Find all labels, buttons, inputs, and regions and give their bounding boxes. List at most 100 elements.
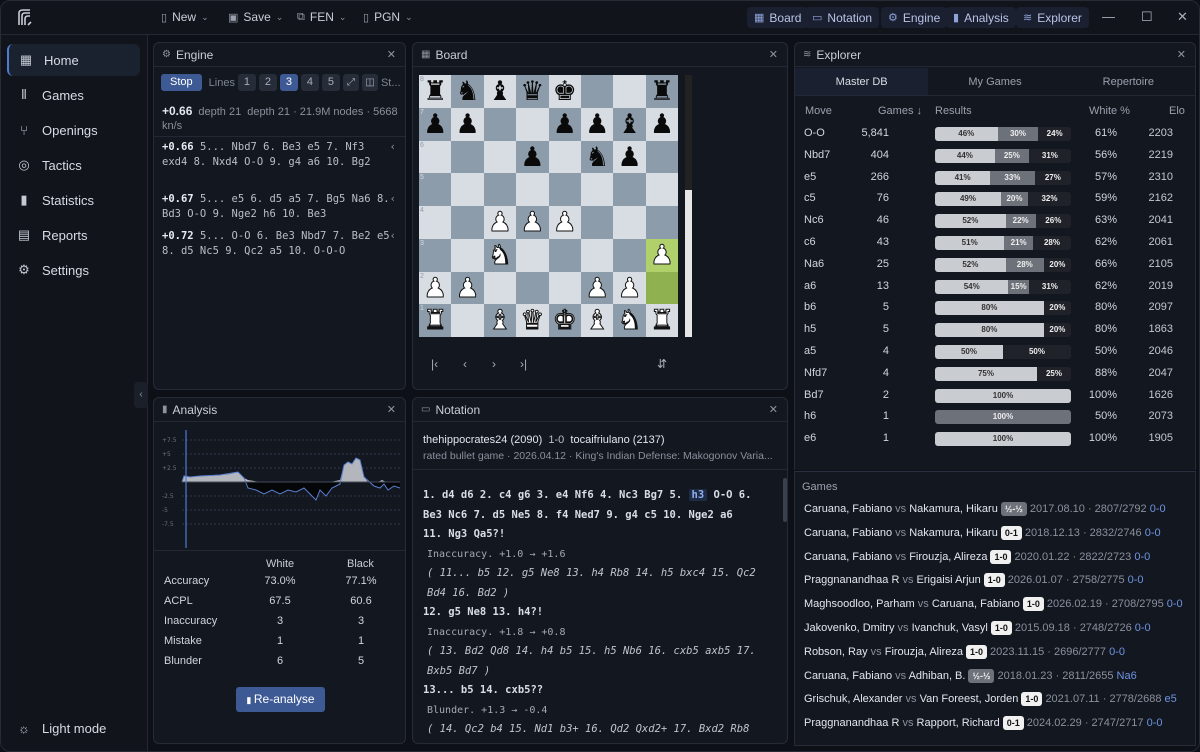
light-mode-toggle[interactable]: ☼ Light mode <box>7 712 140 744</box>
black-knight-icon[interactable]: ♞ <box>581 141 613 174</box>
first-move-button[interactable]: |‹ <box>431 357 438 371</box>
close-icon[interactable]: ✕ <box>769 403 778 416</box>
white-pawn-icon[interactable]: ♟ <box>451 272 483 305</box>
explorer-row[interactable]: Nc6 46 52% 22% 26% 63% 2041 <box>795 210 1187 232</box>
board-square[interactable] <box>581 173 614 206</box>
toggle-analysis[interactable]: ▮ Analysis <box>946 7 1016 28</box>
board-square[interactable] <box>548 238 581 272</box>
white-pawn-icon[interactable]: ♟ <box>484 206 516 239</box>
board-square[interactable] <box>516 107 549 141</box>
explorer-row[interactable]: e5 266 41% 33% 27% 57% 2310 <box>795 167 1187 189</box>
variation[interactable]: ( 11... b5 12. g5 Ne8 13. h4 Rb8 14. h5 … <box>423 564 781 584</box>
toggle-board[interactable]: ▦ Board <box>747 7 809 28</box>
board-square[interactable] <box>613 173 646 206</box>
board-square[interactable] <box>451 206 484 239</box>
black-pawn-icon[interactable]: ♟ <box>516 141 548 174</box>
explorer-row[interactable]: c5 76 49% 20% 32% 59% 2162 <box>795 188 1187 210</box>
black-pawn-icon[interactable]: ♟ <box>549 108 581 141</box>
white-queen-icon[interactable]: ♛ <box>516 304 548 337</box>
close-icon[interactable]: ✕ <box>1177 48 1186 61</box>
chess-board[interactable]: ♜ ♞ ♝ ♛ ♚ ♜ ♟ ♟ ♟ ♟ ♝ ♟ ♟ ♞ ♟ ♟ ♟ ♟ ♞ ♟ ♟ ♟ ♟ ♟ ♜ ♝ ♛ ♚ ♝ ♞ ♜ 8 7 6 5 4 3 2 1 <box>419 75 679 337</box>
sidebar-item-tactics[interactable]: ◎ Tactics <box>7 149 140 181</box>
explorer-row[interactable]: h5 5 80% 20% 80% 1863 <box>795 319 1187 341</box>
pv-line-3[interactable]: +0.72 5... O-O 6. Be3 Nbd7 7. Be2 e5 8. … <box>162 229 396 259</box>
toggle-engine[interactable]: ⚙ Engine <box>881 7 948 28</box>
explorer-row[interactable]: Nfd7 4 75% 25% 88% 2047 <box>795 363 1187 385</box>
expand-icon[interactable]: ⤢ <box>342 74 359 91</box>
white-pawn-icon[interactable]: ♟ <box>549 206 581 239</box>
board-square[interactable] <box>645 140 679 174</box>
close-icon[interactable]: ✕ <box>387 48 396 61</box>
explorer-row[interactable]: a6 13 54% 15% 31% 62% 2019 <box>795 276 1187 298</box>
board-square[interactable] <box>645 173 679 206</box>
tab-master-db[interactable]: Master DB <box>795 68 929 95</box>
sidebar-item-settings[interactable]: ⚙ Settings <box>7 254 140 286</box>
black-knight-icon[interactable]: ♞ <box>451 75 483 108</box>
game-row[interactable]: Caruana, Fabiano vs Nakamura, Hikaru 0-1 2… <box>804 525 1194 546</box>
explorer-row[interactable]: c6 43 51% 21% 28% 62% 2061 <box>795 232 1187 254</box>
board-square[interactable] <box>483 173 517 206</box>
black-pawn-icon[interactable]: ♟ <box>613 141 645 174</box>
line-option-5[interactable]: 5 <box>321 74 340 91</box>
game-row[interactable]: Caruana, Fabiano vs Firouzja, Alireza 1-0… <box>804 549 1194 570</box>
sidebar-item-reports[interactable]: ▤ Reports <box>7 219 140 251</box>
board-square[interactable] <box>451 173 484 206</box>
tab-my-games[interactable]: My Games <box>928 68 1061 95</box>
toggle-explorer[interactable]: ≋ Explorer <box>1016 7 1089 28</box>
close-icon[interactable]: ✕ <box>769 48 778 61</box>
line-option-4[interactable]: 4 <box>300 74 319 91</box>
board-square[interactable] <box>483 140 517 174</box>
chevron-left-icon[interactable]: ‹ <box>390 140 396 155</box>
board-square[interactable] <box>581 238 614 272</box>
game-row[interactable]: Caruana, Fabiano vs Nakamura, Hikaru ½-½ 2… <box>804 502 1194 522</box>
white-bishop-icon[interactable]: ♝ <box>484 304 516 337</box>
close-icon[interactable]: ✕ <box>387 403 396 416</box>
close-icon[interactable]: ✕ <box>1177 9 1188 25</box>
game-row[interactable]: Robson, Ray vs Firouzja, Alireza 1-0 2023.… <box>804 644 1194 665</box>
board-square[interactable] <box>548 140 581 174</box>
black-pawn-icon[interactable]: ♟ <box>451 108 483 141</box>
board-square[interactable] <box>483 107 517 141</box>
save-menu[interactable]: ▣ Save ⌄ <box>228 10 283 24</box>
line-option-3[interactable]: 3 <box>279 74 298 91</box>
stop-button[interactable]: Stop <box>161 74 202 91</box>
reanalyse-button[interactable]: ▮ Re-analyse <box>236 687 325 712</box>
scrollbar[interactable] <box>783 478 787 522</box>
explorer-row[interactable]: e6 1 100% 100% 1905 <box>795 428 1187 450</box>
board-square[interactable] <box>548 173 581 206</box>
board-square[interactable] <box>581 206 614 239</box>
game-row[interactable]: Maghsoodloo, Parham vs Caruana, Fabiano 1… <box>804 597 1194 617</box>
white-knight-icon[interactable]: ♞ <box>613 304 645 337</box>
pgn-menu[interactable]: ▯ PGN ⌄ <box>363 10 413 24</box>
sidebar-item-statistics[interactable]: ▮ Statistics <box>7 184 140 216</box>
explorer-row[interactable]: a5 4 50% 50% 50% 2046 <box>795 341 1187 363</box>
black-pawn-icon[interactable]: ♟ <box>646 108 678 141</box>
board-square[interactable] <box>451 304 484 337</box>
current-move[interactable]: h3 <box>688 489 708 501</box>
game-row[interactable]: Praggnanandhaa R vs Rapport, Richard 0-1 2… <box>804 716 1194 736</box>
variation[interactable]: ( 14. Qc2 b4 15. Nd1 b3+ 16. Qd2 Qxd2+ 1… <box>423 720 781 740</box>
explorer-row[interactable]: O-O 5,841 46% 30% 24% 61% 2203 <box>795 123 1187 145</box>
board-square[interactable] <box>451 140 484 174</box>
chevron-left-icon[interactable]: ‹ <box>390 229 396 244</box>
explorer-row[interactable]: h6 1 100% 50% 2073 <box>795 406 1187 428</box>
explorer-row[interactable]: b6 5 80% 20% 80% 2097 <box>795 297 1187 319</box>
game-row[interactable]: Grischuk, Alexander vs Van Foreest, Jord… <box>804 692 1194 712</box>
black-bishop-icon[interactable]: ♝ <box>613 108 645 141</box>
board-square[interactable] <box>483 271 517 305</box>
white-king-icon[interactable]: ♚ <box>549 304 581 337</box>
board-square[interactable] <box>451 238 484 272</box>
line-option-2[interactable]: 2 <box>258 74 277 91</box>
white-rook-icon[interactable]: ♜ <box>646 304 678 337</box>
variation[interactable]: ( 13. Bd2 Qd8 14. h4 b5 15. h5 Nb6 16. c… <box>423 642 781 662</box>
board-square[interactable] <box>548 271 581 305</box>
board-square[interactable] <box>516 238 549 272</box>
black-king-icon[interactable]: ♚ <box>549 75 581 108</box>
white-pawn-icon[interactable]: ♟ <box>646 239 678 272</box>
maximize-icon[interactable]: ☐ <box>1141 9 1153 25</box>
black-bishop-icon[interactable]: ♝ <box>484 75 516 108</box>
explorer-row[interactable]: Na6 25 52% 28% 20% 66% 2105 <box>795 254 1187 276</box>
move-list[interactable]: 1. d4 d6 2. c4 g6 3. e4 Nf6 4. Nc3 Bg7 5… <box>423 486 781 740</box>
toggle-notation[interactable]: ▭ Notation <box>805 7 880 28</box>
new-menu[interactable]: ▯ New ⌄ <box>161 10 209 24</box>
